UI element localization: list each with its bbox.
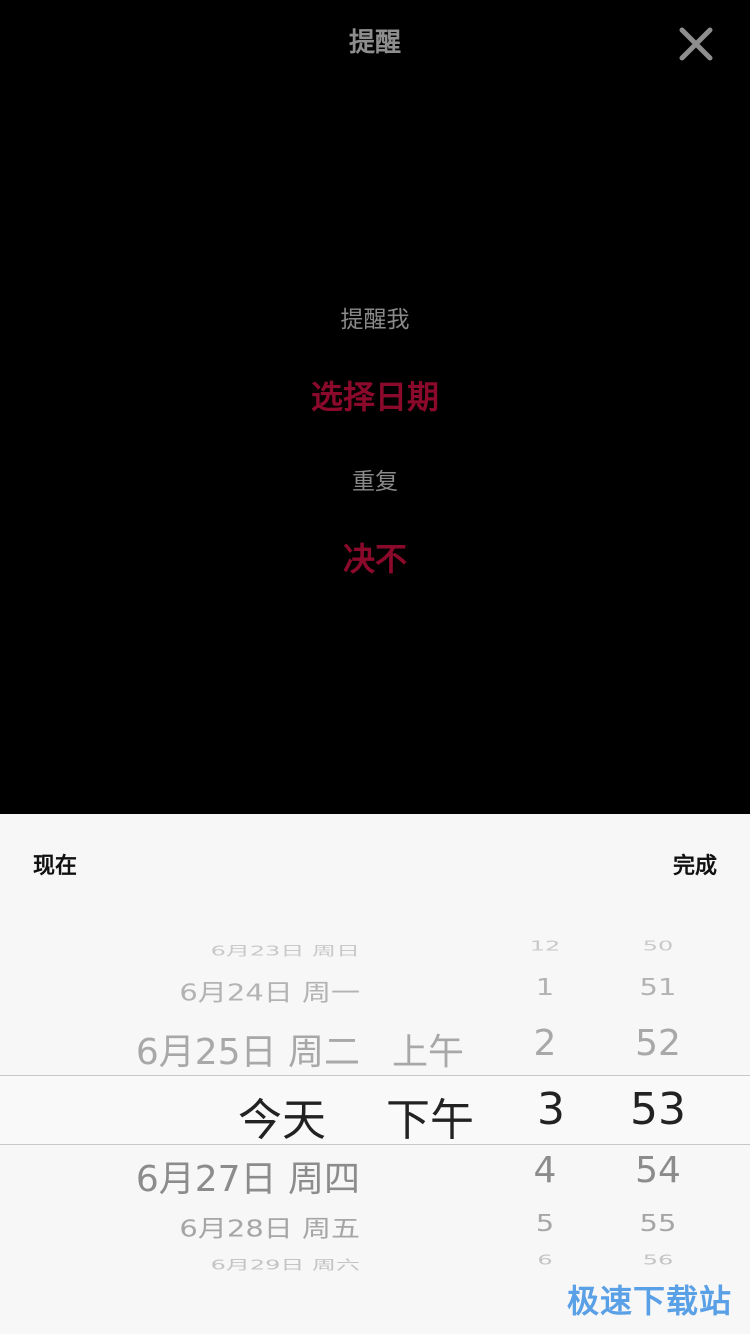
picker-minute[interactable]: 52 xyxy=(610,1023,706,1064)
picker-date[interactable]: 6月25日 周二 xyxy=(0,1023,360,1075)
picker-minute-selected[interactable]: 53 xyxy=(610,1084,706,1135)
watermark: 极速下载站 xyxy=(566,1282,732,1320)
picker-hour-selected[interactable]: 3 xyxy=(506,1084,596,1135)
picker-hour[interactable]: 5 xyxy=(500,1209,590,1236)
now-button[interactable]: 现在 xyxy=(33,848,77,880)
date-picker-sheet: 现在 完成 6月23日 周日 12 50 6月24日 周一 1 51 6月25日… xyxy=(0,814,750,1334)
picker-hour[interactable]: 12 xyxy=(500,938,590,953)
picker-minute[interactable]: 51 xyxy=(610,973,706,1000)
picker-date[interactable]: 6月29日 周六 xyxy=(0,1254,360,1273)
repeat-label: 重复 xyxy=(352,469,398,495)
picker-date[interactable]: 6月24日 周一 xyxy=(0,974,360,1008)
header-title: 提醒 xyxy=(348,28,401,58)
picker-hour[interactable]: 6 xyxy=(500,1252,590,1267)
picker-hour[interactable]: 4 xyxy=(500,1150,590,1191)
date-time-picker[interactable]: 6月23日 周日 12 50 6月24日 周一 1 51 6月25日 周二 上午… xyxy=(0,924,750,1294)
done-button[interactable]: 完成 xyxy=(673,848,717,880)
picker-date[interactable]: 6月27日 周四 xyxy=(0,1150,360,1202)
picker-date[interactable]: 6月23日 周日 xyxy=(0,940,360,959)
close-button[interactable] xyxy=(678,26,714,62)
repeat-selector[interactable]: 决不 xyxy=(0,534,750,580)
close-icon xyxy=(679,27,713,61)
picker-ampm-selected[interactable]: 下午 xyxy=(386,1084,474,1148)
picker-minute[interactable]: 55 xyxy=(610,1209,706,1236)
remind-me-label: 提醒我 xyxy=(340,307,410,333)
picker-minute[interactable]: 56 xyxy=(610,1252,706,1267)
picker-date[interactable]: 6月28日 周五 xyxy=(0,1210,360,1244)
picker-hour[interactable]: 1 xyxy=(500,973,590,1000)
date-selector[interactable]: 选择日期 xyxy=(0,372,750,418)
picker-minute[interactable]: 50 xyxy=(610,938,706,953)
picker-minute[interactable]: 54 xyxy=(610,1150,706,1191)
picker-date-selected[interactable]: 今天 xyxy=(0,1084,326,1148)
picker-ampm[interactable]: 上午 xyxy=(392,1023,464,1075)
picker-hour[interactable]: 2 xyxy=(500,1023,590,1064)
